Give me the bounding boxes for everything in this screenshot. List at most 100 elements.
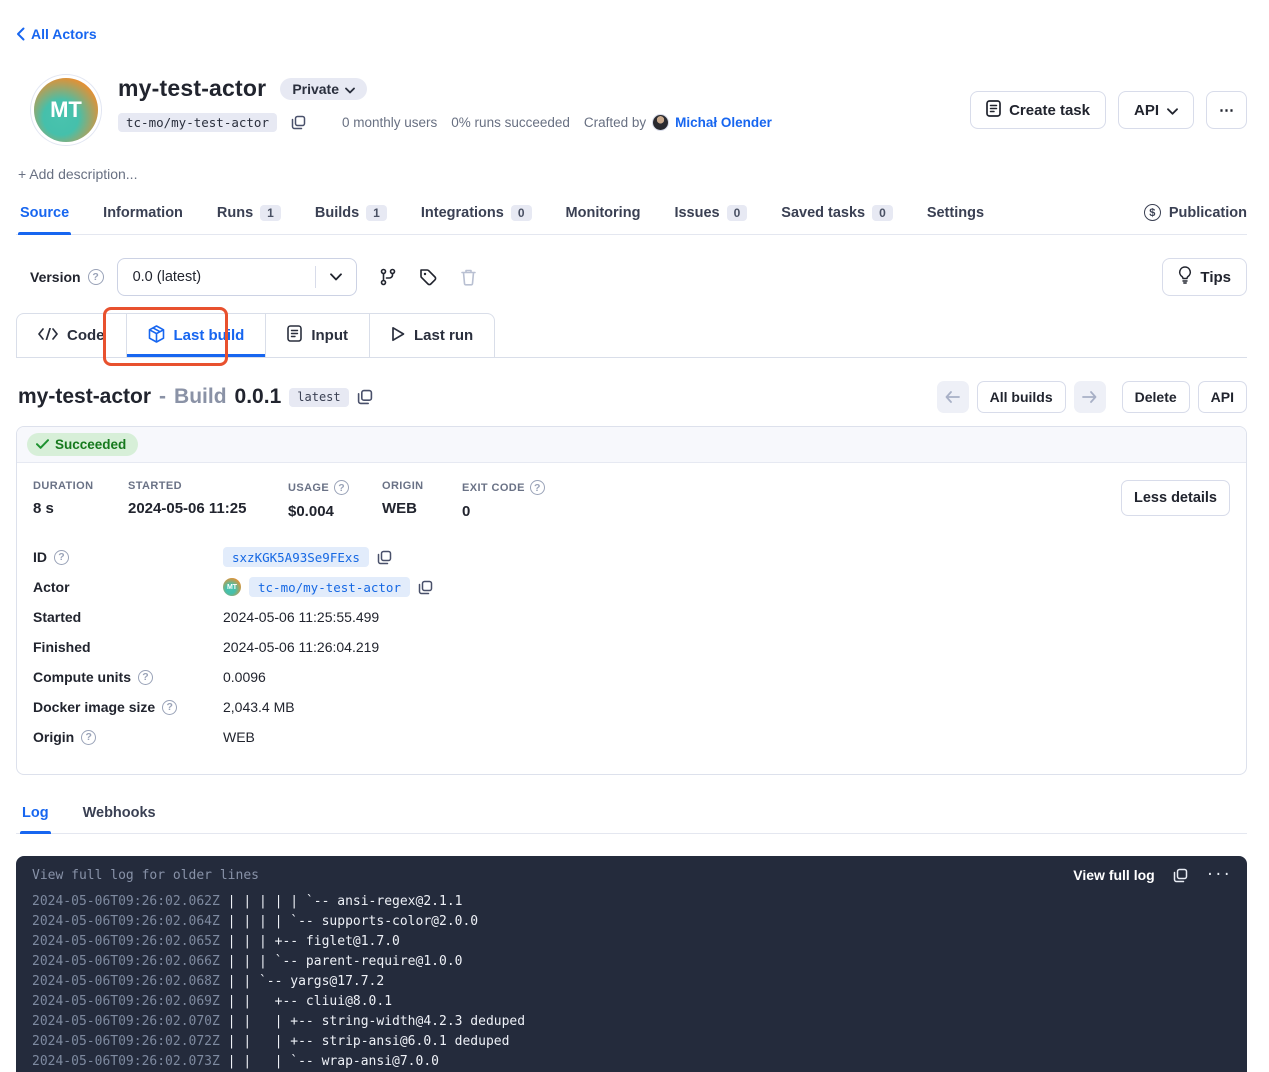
ellipsis-icon: ⋯ xyxy=(1219,101,1234,119)
tab-saved-tasks[interactable]: Saved tasks0 xyxy=(779,199,895,234)
log-line: 2024-05-06T09:26:02.068Z | | `-- yargs@1… xyxy=(32,972,1231,992)
tab-count-badge: 0 xyxy=(872,205,893,221)
latest-badge: latest xyxy=(289,388,348,407)
branch-icon[interactable] xyxy=(379,268,397,286)
copy-icon[interactable] xyxy=(1173,868,1188,883)
lightbulb-icon xyxy=(1178,266,1192,288)
add-description-button[interactable]: + Add description... xyxy=(18,166,137,182)
tab-issues[interactable]: Issues0 xyxy=(672,199,749,234)
build-version: 0.0.1 xyxy=(235,385,282,409)
tab-information[interactable]: Information xyxy=(101,199,185,234)
visibility-dropdown[interactable]: Private xyxy=(280,78,367,100)
crafted-by-label: Crafted by xyxy=(584,115,646,130)
breadcrumb-all-actors[interactable]: All Actors xyxy=(16,0,97,42)
actor-link-badge[interactable]: tc-mo/my-test-actor xyxy=(249,577,410,597)
detail-row-started: Started 2024-05-06 11:25:55.499 xyxy=(33,602,1230,632)
log-line: 2024-05-06T09:26:02.069Z | | +-- cliui@8… xyxy=(32,992,1231,1012)
tab-source[interactable]: Source xyxy=(18,199,71,234)
page-title: my-test-actor xyxy=(118,75,266,102)
help-icon[interactable]: ? xyxy=(88,269,104,285)
subtab-code[interactable]: Code xyxy=(17,314,127,357)
tab-integrations[interactable]: Integrations0 xyxy=(419,199,534,234)
all-builds-button[interactable]: All builds xyxy=(977,381,1066,413)
help-icon[interactable]: ? xyxy=(530,480,545,495)
log-line: 2024-05-06T09:26:02.072Z | | | +-- strip… xyxy=(32,1032,1231,1052)
trash-icon[interactable] xyxy=(460,268,477,286)
older-lines-notice[interactable]: View full log for older lines xyxy=(32,868,259,883)
copy-icon[interactable] xyxy=(357,389,373,405)
status-badge: Succeeded xyxy=(27,433,138,456)
document-icon xyxy=(287,325,302,346)
api-dropdown-button[interactable]: API xyxy=(1118,91,1194,129)
log-line: 2024-05-06T09:26:02.064Z | | | | `-- sup… xyxy=(32,912,1231,932)
source-subtab-bar: Code Last build Input Last run xyxy=(16,313,1247,358)
log-tab-bar: Log Webhooks xyxy=(16,797,1247,834)
detail-row-origin: Origin? WEB xyxy=(33,722,1230,752)
build-actor-name: my-test-actor xyxy=(18,385,151,409)
help-icon[interactable]: ? xyxy=(138,670,153,685)
more-actions-button[interactable]: ⋯ xyxy=(1206,91,1247,129)
help-icon[interactable]: ? xyxy=(54,550,69,565)
copy-icon[interactable] xyxy=(291,115,306,130)
check-icon xyxy=(36,437,49,452)
view-full-log-button[interactable]: View full log xyxy=(1073,867,1154,883)
build-id-badge[interactable]: sxzKGK5A93Se9FExs xyxy=(223,547,369,567)
create-task-button[interactable]: Create task xyxy=(970,91,1106,129)
runs-succeeded-stat: 0% runs succeeded xyxy=(451,115,570,130)
tab-webhooks[interactable]: Webhooks xyxy=(81,797,158,833)
log-output: 2024-05-06T09:26:02.062Z | | | | | `-- a… xyxy=(32,892,1231,1072)
tab-monitoring[interactable]: Monitoring xyxy=(564,199,643,234)
help-icon[interactable]: ? xyxy=(162,700,177,715)
ellipsis-icon[interactable]: ··· xyxy=(1206,867,1231,883)
next-build-button[interactable] xyxy=(1074,381,1106,413)
copy-icon[interactable] xyxy=(377,550,392,565)
copy-icon[interactable] xyxy=(418,580,433,595)
subtab-last-build[interactable]: Last build xyxy=(127,314,267,357)
subtab-last-run[interactable]: Last run xyxy=(370,314,494,357)
chevron-left-icon xyxy=(16,27,25,41)
detail-row-actor: Actor MT tc-mo/my-test-actor xyxy=(33,572,1230,602)
breadcrumb-label: All Actors xyxy=(31,26,97,42)
main-tab-bar: Source Information Runs1 Builds1 Integra… xyxy=(16,199,1247,235)
tab-log[interactable]: Log xyxy=(20,797,51,833)
dollar-circle-icon: $ xyxy=(1144,204,1161,221)
tips-button[interactable]: Tips xyxy=(1162,258,1247,296)
build-log-terminal[interactable]: View full log for older lines View full … xyxy=(16,856,1247,1072)
detail-row-compute-units: Compute units? 0.0096 xyxy=(33,662,1230,692)
help-icon[interactable]: ? xyxy=(334,480,349,495)
less-details-button[interactable]: Less details xyxy=(1121,480,1230,516)
detail-row-docker-image-size: Docker image size? 2,043.4 MB xyxy=(33,692,1230,722)
stat-usage: USAGE? $0.004 xyxy=(288,480,382,520)
log-line: 2024-05-06T09:26:02.073Z | | | `-- wrap-… xyxy=(32,1052,1231,1072)
log-line: 2024-05-06T09:26:02.062Z | | | | | `-- a… xyxy=(32,892,1231,912)
chevron-down-icon xyxy=(316,273,356,281)
previous-build-button[interactable] xyxy=(937,381,969,413)
subtab-input[interactable]: Input xyxy=(266,314,370,357)
chevron-down-icon xyxy=(345,81,355,97)
chevron-down-icon xyxy=(1167,102,1178,119)
tag-icon[interactable] xyxy=(419,268,438,287)
play-icon xyxy=(391,326,405,346)
version-select[interactable]: 0.0 (latest) xyxy=(117,258,357,296)
tab-count-badge: 0 xyxy=(511,205,532,221)
delete-build-button[interactable]: Delete xyxy=(1122,381,1190,413)
version-row: Version ? 0.0 (latest) Tips xyxy=(16,258,1247,296)
stat-exit-code: EXIT CODE? 0 xyxy=(462,480,545,520)
help-icon[interactable]: ? xyxy=(81,730,96,745)
code-icon xyxy=(38,327,58,344)
author-link[interactable]: Michał Olender xyxy=(675,115,772,130)
tab-runs[interactable]: Runs1 xyxy=(215,199,283,234)
build-api-button[interactable]: API xyxy=(1198,381,1247,413)
tab-count-badge: 1 xyxy=(260,205,281,221)
actor-build-page: All Actors MT my-test-actor Private tc-m… xyxy=(0,0,1269,1072)
actor-mini-avatar: MT xyxy=(223,578,241,596)
tab-settings[interactable]: Settings xyxy=(925,199,986,234)
log-line: 2024-05-06T09:26:02.066Z | | | `-- paren… xyxy=(32,952,1231,972)
version-label: Version xyxy=(30,269,81,285)
monthly-users-stat: 0 monthly users xyxy=(342,115,437,130)
tab-publication[interactable]: $ Publication xyxy=(1144,204,1247,234)
actor-slug-badge[interactable]: tc-mo/my-test-actor xyxy=(118,113,277,132)
stat-started: STARTED 2024-05-06 11:25 xyxy=(128,480,288,517)
stat-duration: DURATION 8 s xyxy=(33,480,128,517)
tab-builds[interactable]: Builds1 xyxy=(313,199,389,234)
